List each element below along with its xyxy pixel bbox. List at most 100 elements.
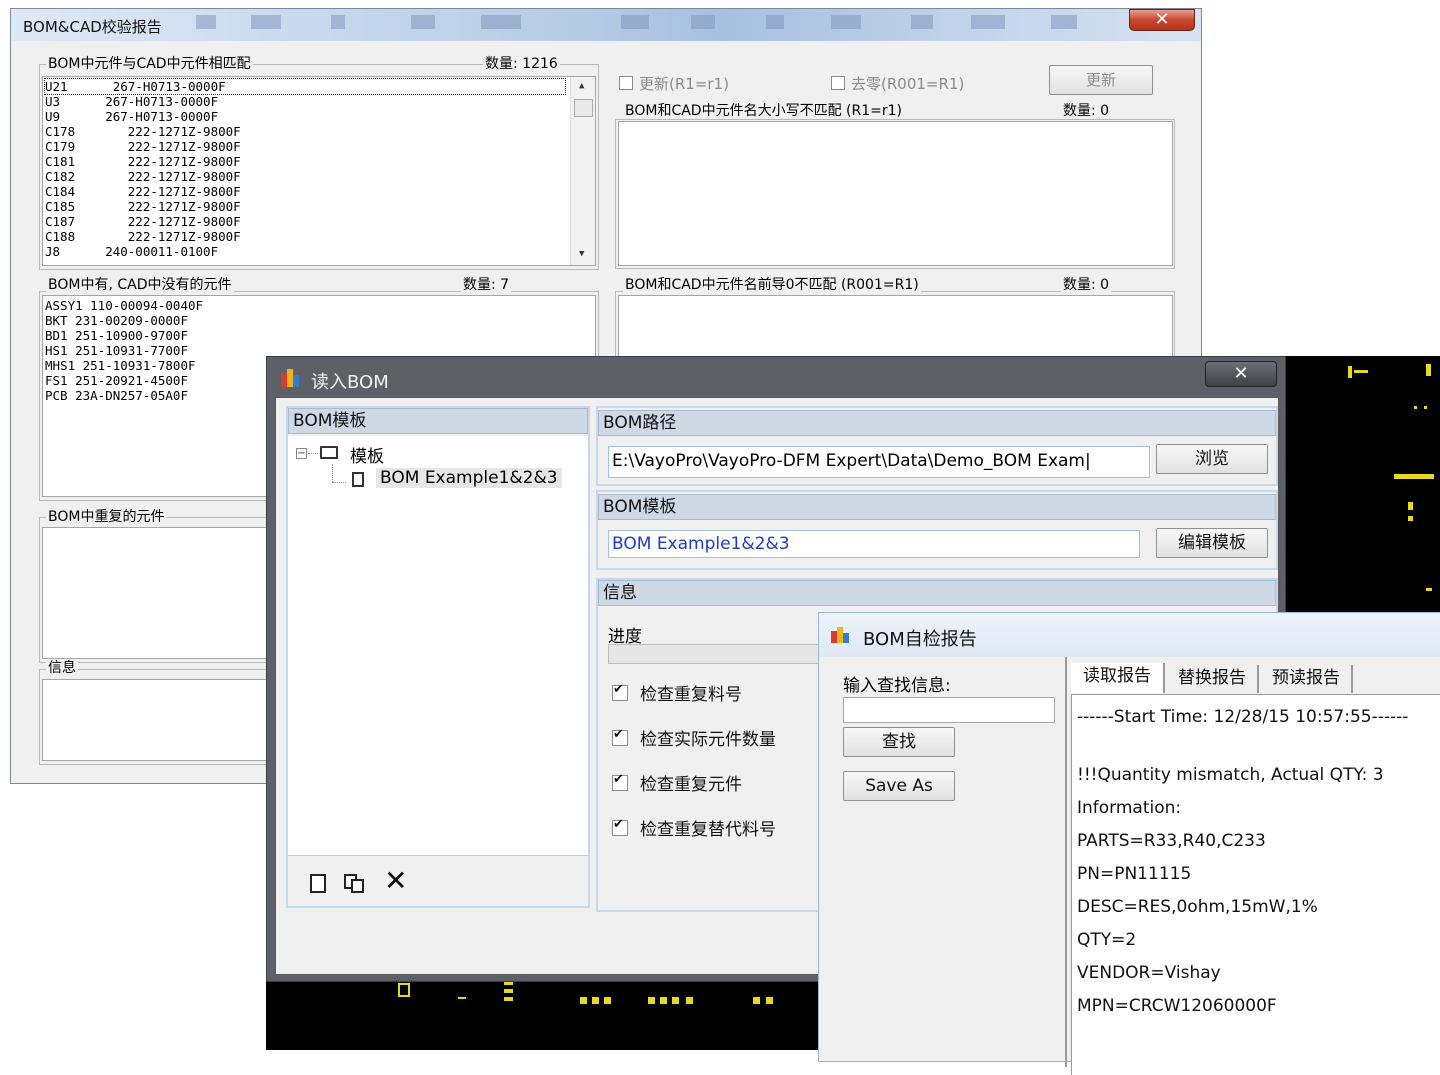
report-text[interactable]: ------Start Time: 12/28/15 10:57:55-----… xyxy=(1071,695,1440,1075)
pcb-view-bottom xyxy=(266,975,820,1050)
tab-replace-report[interactable]: 替换报告 xyxy=(1167,665,1259,693)
case-mismatch-list[interactable] xyxy=(618,121,1173,266)
browse-button[interactable]: 浏览 xyxy=(1156,444,1268,474)
list-item[interactable]: C182 222-1271Z-9800F xyxy=(45,169,565,184)
list-item[interactable]: C187 222-1271Z-9800F xyxy=(45,214,565,229)
folder-icon xyxy=(320,446,338,459)
list-item[interactable]: BKT 231-00209-0000F xyxy=(45,313,565,328)
case-mismatch-count: 数量: 0 xyxy=(1061,103,1112,119)
duplicates-list[interactable] xyxy=(42,527,280,659)
edit-template-button[interactable]: 编辑模板 xyxy=(1156,528,1268,558)
info-header: 信息 xyxy=(598,580,1276,606)
update-r1-checkbox[interactable]: 更新(R1=r1) xyxy=(619,73,729,94)
app-icon xyxy=(281,369,299,387)
tab-read-report[interactable]: 读取报告 xyxy=(1071,663,1165,693)
list-item[interactable]: U21 267-H0713-0000F xyxy=(44,78,566,95)
zero-mismatch-list[interactable] xyxy=(618,295,1173,365)
window-title: BOM&CAD校验报告 xyxy=(23,18,162,36)
report-line: ------Start Time: 12/28/15 10:57:55-----… xyxy=(1077,707,1409,727)
list-item[interactable]: C188 222-1271Z-9800F xyxy=(45,229,565,244)
matched-rows: U21 267-H0713-0000F U3 267-H0713-0000F U9 … xyxy=(44,78,566,259)
check-option[interactable]: 检查实际元件数量 xyxy=(612,725,832,770)
close-button[interactable]: ✕ xyxy=(1205,361,1277,387)
list-item[interactable]: ASSY1 110-00094-0040F xyxy=(45,298,565,313)
report-line: PARTS=R33,R40,C233 xyxy=(1077,831,1266,851)
list-item[interactable]: C184 222-1271Z-9800F xyxy=(45,184,565,199)
check-option-label: 检查实际元件数量 xyxy=(640,730,776,750)
bom-path-panel: BOM路径 E:\VayoPro\VayoPro-DFM Expert\Data… xyxy=(596,406,1278,486)
bom-only-count: 数量: 7 xyxy=(461,277,512,293)
check-option[interactable]: 检查重复替代料号 xyxy=(612,815,832,860)
self-check-titlebar[interactable]: BOM自检报告 xyxy=(819,613,1440,657)
check-option[interactable]: 检查重复元件 xyxy=(612,770,832,815)
report-lines: ------Start Time: 12/28/15 10:57:55-----… xyxy=(1077,707,1440,1029)
report-line: Information: xyxy=(1077,798,1182,818)
tab-preread-report[interactable]: 预读报告 xyxy=(1261,665,1353,693)
path-header: BOM路径 xyxy=(598,410,1276,436)
tree-root-label[interactable]: 模板 xyxy=(350,442,384,467)
splitter[interactable] xyxy=(1065,657,1067,1067)
list-item[interactable]: U9 267-H0713-0000F xyxy=(45,109,565,124)
info-label: 信息 xyxy=(46,660,78,676)
checkbox-checked-icon[interactable] xyxy=(612,817,628,836)
zero-mismatch-count: 数量: 0 xyxy=(1061,277,1112,293)
report-line: QTY=2 xyxy=(1077,930,1137,950)
window-title: 读入BOM xyxy=(311,372,389,393)
info-text[interactable] xyxy=(42,679,280,761)
list-item[interactable]: C185 222-1271Z-9800F xyxy=(45,199,565,214)
list-item[interactable]: C178 222-1271Z-9800F xyxy=(45,124,565,139)
template-field[interactable]: BOM Example1&2&3 xyxy=(608,530,1140,558)
duplicates-label: BOM中重复的元件 xyxy=(46,509,167,525)
list-item[interactable]: J8 240-00011-0100F xyxy=(45,244,565,259)
path-input[interactable]: E:\VayoPro\VayoPro-DFM Expert\Data\Demo_… xyxy=(608,446,1150,478)
checkbox-checked-icon[interactable] xyxy=(612,727,628,746)
checkbox-checked-icon[interactable] xyxy=(612,772,628,791)
case-mismatch-label: BOM和CAD中元件名大小写不匹配 (R1=r1) xyxy=(623,103,904,119)
window-title: BOM自检报告 xyxy=(863,629,977,650)
check-option-label: 检查重复元件 xyxy=(640,775,742,795)
scroll-up-icon[interactable]: ▲ xyxy=(579,81,584,91)
app-icon xyxy=(831,627,851,645)
scroll-down-icon[interactable]: ▼ xyxy=(579,249,584,259)
search-label: 输入查找信息: xyxy=(843,676,951,696)
template-header: BOM模板 xyxy=(598,494,1276,520)
update-button[interactable]: 更新 xyxy=(1049,65,1153,95)
tree-child-label[interactable]: BOM Example1&2&3 xyxy=(376,468,562,488)
collapse-icon[interactable]: − xyxy=(296,448,307,459)
zero-mismatch-label: BOM和CAD中元件名前导0不匹配 (R001=R1) xyxy=(623,277,921,293)
template-tree-panel: BOM模板 − 模板 BOM Example1&2&3 ✕ xyxy=(286,406,590,908)
check-option-label: 检查重复替代料号 xyxy=(640,820,776,840)
template-tree[interactable]: − 模板 BOM Example1&2&3 xyxy=(288,436,588,856)
report-tabs: 读取报告 替换报告 预读报告 xyxy=(1071,661,1440,695)
close-button[interactable]: ✕ xyxy=(1129,9,1195,31)
matched-list[interactable]: U21 267-H0713-0000F U3 267-H0713-0000F U9 … xyxy=(42,76,596,266)
matched-count: 数量: 1216 xyxy=(483,56,560,72)
delete-icon[interactable]: ✕ xyxy=(384,866,407,896)
list-item[interactable]: C179 222-1271Z-9800F xyxy=(45,139,565,154)
check-option-label: 检查重复料号 xyxy=(640,685,742,705)
report-line: DESC=RES,0ohm,15mW,1% xyxy=(1077,897,1318,917)
list-item[interactable]: U3 267-H0713-0000F xyxy=(45,94,565,109)
checkbox-icon xyxy=(831,76,845,90)
scroll-thumb[interactable] xyxy=(574,99,593,117)
search-input[interactable] xyxy=(843,697,1055,723)
checkbox-icon xyxy=(619,76,633,90)
list-item[interactable]: C181 222-1271Z-9800F xyxy=(45,154,565,169)
matched-scrollbar[interactable]: ▲ ▼ xyxy=(570,77,595,265)
bom-template-panel: BOM模板 BOM Example1&2&3 编辑模板 xyxy=(596,490,1278,570)
document-icon xyxy=(352,472,364,487)
report-titlebar[interactable]: BOM&CAD校验报告 ✕ xyxy=(11,9,1201,41)
check-option[interactable]: 检查重复料号 xyxy=(612,680,832,725)
save-as-button[interactable]: Save As xyxy=(843,771,955,801)
report-line: MPN=CRCW12060000F xyxy=(1077,996,1277,1016)
matched-group-label: BOM中元件与CAD中元件相匹配 xyxy=(46,56,253,72)
report-line: VENDOR=Vishay xyxy=(1077,963,1221,983)
list-item[interactable]: BD1 251-10900-9700F xyxy=(45,328,565,343)
remove-zero-checkbox[interactable]: 去零(R001=R1) xyxy=(831,73,964,94)
checkbox-checked-icon[interactable] xyxy=(612,682,628,701)
pcb-view-right xyxy=(1284,356,1440,616)
copy-icon[interactable] xyxy=(344,874,368,894)
new-file-icon[interactable] xyxy=(310,874,326,893)
find-button[interactable]: 查找 xyxy=(843,727,955,757)
self-check-window: BOM自检报告 输入查找信息: 查找 Save As 读取报告 替换报告 预读报… xyxy=(818,612,1440,1075)
